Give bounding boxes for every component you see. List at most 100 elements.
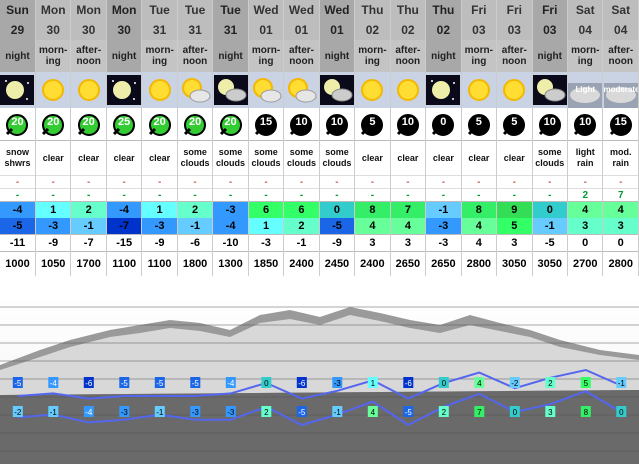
temperature-point-label: -4 [85,408,93,417]
temperature-point-label: -5 [14,379,22,388]
wind-speed: 0 [440,116,447,128]
temperature-point: -5 [403,406,414,417]
weather-description: some clouds [319,140,356,176]
night-cloud-icon [212,72,249,108]
day-label: Tue [177,0,214,20]
wind-chill: 3 [496,234,533,252]
temperature-point: -1 [48,406,59,417]
date-label: 04 [567,20,604,40]
temperature-point: -2 [509,377,520,388]
temperature-point-label: 8 [584,408,589,417]
precip-b: - [212,188,249,202]
time-of-day-label: night [532,40,569,72]
temperature-point: -4 [83,406,94,417]
wind-badge: 20 [70,108,107,141]
time-of-day-label: morn-ing [567,40,604,72]
wind-speed: 10 [579,116,592,128]
temperature-point-label: -1 [334,408,342,417]
date-label: 04 [602,20,639,40]
precip-b: - [283,188,320,202]
temperature-point: 0 [438,377,449,388]
date-label: 03 [532,20,569,40]
freezing-level: 1100 [106,251,143,276]
wind-speed: 10 [543,116,556,128]
max-temp: 6 [283,201,320,218]
sun-icon [496,72,533,108]
temperature-point-label: -3 [192,408,200,417]
wind-chill: 4 [461,234,498,252]
wind-chill: -11 [0,234,36,252]
temperature-point: -1 [154,406,165,417]
precip-a: - [248,175,285,189]
wind-badge: 20 [0,108,36,141]
wind-chill: -7 [70,234,107,252]
date-label: 02 [390,20,427,40]
max-temp: -4 [0,201,36,218]
max-temp: -1 [425,201,462,218]
precip-a: - [141,175,178,189]
temperature-point: -4 [48,377,59,388]
temperature-point: -3 [190,406,201,417]
day-label: Mon [35,0,72,20]
time-of-day-label: after-noon [602,40,639,72]
precip-b: - [141,188,178,202]
weather-description: clear [141,140,178,176]
day-label: Fri [496,0,533,20]
date-label: 03 [461,20,498,40]
sun-icon [70,72,107,108]
date-label: 02 [425,20,462,40]
precip-a: - [35,175,72,189]
max-temp: 7 [390,201,427,218]
weather-description: clear [106,140,143,176]
temperature-point-label: -3 [334,379,342,388]
time-of-day-label: after-noon [283,40,320,72]
temperature-point: 2 [261,406,272,417]
temperature-point: -4 [225,377,236,388]
temperature-point: 0 [509,406,520,417]
precip-b: - [354,188,391,202]
temperature-point-label: 2 [442,408,447,417]
wind-chill: -3 [425,234,462,252]
day-label: Sun [0,0,36,20]
night-clear-icon [0,72,36,108]
precip-b: - [248,188,285,202]
max-temp: 1 [35,201,72,218]
freezing-level: 1850 [248,251,285,276]
temperature-point: 4 [367,406,378,417]
time-of-day-label: night [212,40,249,72]
day-label: Wed [248,0,285,20]
wind-badge: 10 [390,108,427,141]
temperature-point: 4 [474,377,485,388]
wind-chill: -9 [319,234,356,252]
precip-b: - [532,188,569,202]
date-label: 30 [35,20,72,40]
icon-overlay-label: moderate [603,85,639,94]
temperature-point-label: 0 [264,379,269,388]
max-temp: 4 [567,201,604,218]
time-of-day-label: night [319,40,356,72]
precip-a: - [177,175,214,189]
freezing-level: 1000 [0,251,36,276]
wind-badge: 10 [319,108,356,141]
max-temp: -3 [212,201,249,218]
precip-a: - [106,175,143,189]
icon-overlay-label: Light [575,85,595,94]
weather-description: mod. rain [602,140,639,176]
freezing-level: 2700 [567,251,604,276]
precip-a: - [461,175,498,189]
precip-b: 2 [567,188,604,202]
night-clear-icon [106,72,143,108]
wind-chill: -6 [177,234,214,252]
day-label: Thu [390,0,427,20]
weather-description: clear [354,140,391,176]
max-temp: 1 [141,201,178,218]
wind-speed: 20 [82,116,95,128]
precip-b: - [70,188,107,202]
wind-badge: 5 [496,108,533,141]
wind-chill: -5 [532,234,569,252]
temperature-point-label: 5 [584,379,589,388]
freezing-level: 1100 [141,251,178,276]
temperature-point: 8 [580,406,591,417]
temperature-point-label: 7 [477,408,482,417]
precip-b: - [0,188,36,202]
